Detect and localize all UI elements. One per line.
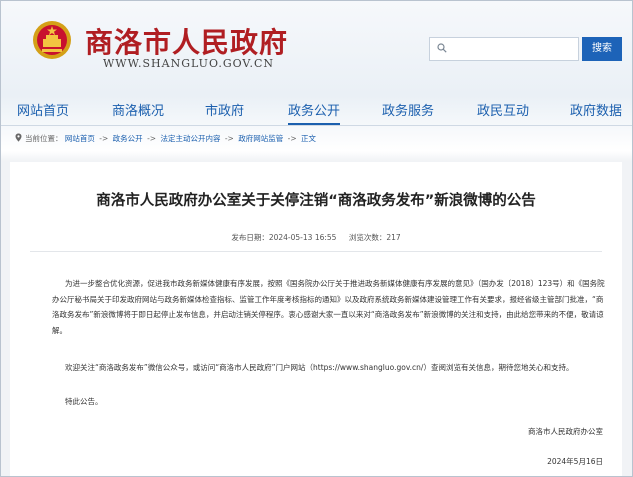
article-paragraph: 欢迎关注“商洛政务发布”微信公众号，或访问“商洛市人民政府”门户网站（https… bbox=[65, 363, 574, 372]
breadcrumb-gov-affairs[interactable]: 政务公开 bbox=[113, 134, 143, 143]
nav-item-home[interactable]: 网站首页 bbox=[17, 100, 69, 119]
breadcrumb-separator: -> bbox=[99, 134, 109, 143]
article-divider bbox=[30, 251, 602, 252]
article-paragraph: 为进一步整合优化资源，促进我市政务新媒体健康有序发展，按照《国务院办公厅关于推进… bbox=[52, 279, 605, 335]
search-button[interactable]: 搜索 bbox=[582, 37, 622, 61]
breadcrumb-statutory[interactable]: 法定主动公开内容 bbox=[160, 134, 220, 143]
breadcrumb-separator: -> bbox=[224, 134, 234, 143]
location-pin-icon bbox=[15, 133, 22, 142]
breadcrumb-site-supervision[interactable]: 政府网站监管 bbox=[238, 134, 283, 143]
search-icon bbox=[437, 43, 447, 53]
browser-page: 商洛市人民政府 WWW.SHANGLUO.GOV.CN 搜索 网站首页 商洛概况… bbox=[0, 0, 633, 477]
nav-divider bbox=[1, 125, 632, 126]
main-nav: 网站首页 商洛概况 市政府 政务公开 政务服务 政民互动 政府数据 bbox=[1, 96, 632, 125]
nav-item-overview[interactable]: 商洛概况 bbox=[112, 100, 164, 119]
breadcrumb: 当前位置： 网站首页 -> 政务公开 -> 法定主动公开内容 -> 政府网站监管… bbox=[15, 133, 316, 144]
publish-date: 发布日期：2024-05-13 16:55 bbox=[231, 233, 337, 242]
nav-item-gov-affairs-open[interactable]: 政务公开 bbox=[288, 100, 341, 125]
breadcrumb-separator: -> bbox=[147, 134, 157, 143]
breadcrumb-current[interactable]: 正文 bbox=[301, 134, 316, 143]
nav-item-gov-data[interactable]: 政府数据 bbox=[570, 100, 622, 119]
search-box[interactable] bbox=[429, 37, 579, 61]
search-input[interactable] bbox=[452, 40, 578, 60]
article-paragraph: 特此公告。 bbox=[65, 397, 103, 406]
nav-item-gov-services[interactable]: 政务服务 bbox=[382, 100, 434, 119]
nav-item-interaction[interactable]: 政民互动 bbox=[477, 100, 529, 119]
article-date: 2024年5月16日 bbox=[547, 457, 603, 466]
breadcrumb-home[interactable]: 网站首页 bbox=[65, 134, 95, 143]
article-title: 商洛市人民政府办公室关于关停注销“商洛政务发布”新浪微博的公告 bbox=[96, 193, 536, 209]
nav-item-government[interactable]: 市政府 bbox=[205, 100, 244, 119]
site-title[interactable]: 商洛市人民政府 bbox=[85, 21, 288, 61]
article-signature: 商洛市人民政府办公室 bbox=[528, 427, 603, 436]
breadcrumb-separator: -> bbox=[287, 134, 297, 143]
article-card: 商洛市人民政府办公室关于关停注销“商洛政务发布”新浪微博的公告 发布日期：202… bbox=[10, 162, 622, 476]
view-count: 浏览次数：217 bbox=[348, 233, 401, 242]
national-emblem-icon bbox=[33, 21, 71, 59]
article-meta: 发布日期：2024-05-13 16:55 浏览次数：217 bbox=[10, 232, 622, 243]
breadcrumb-prefix: 当前位置： bbox=[25, 134, 63, 143]
site-url: WWW.SHANGLUO.GOV.CN bbox=[103, 57, 274, 70]
